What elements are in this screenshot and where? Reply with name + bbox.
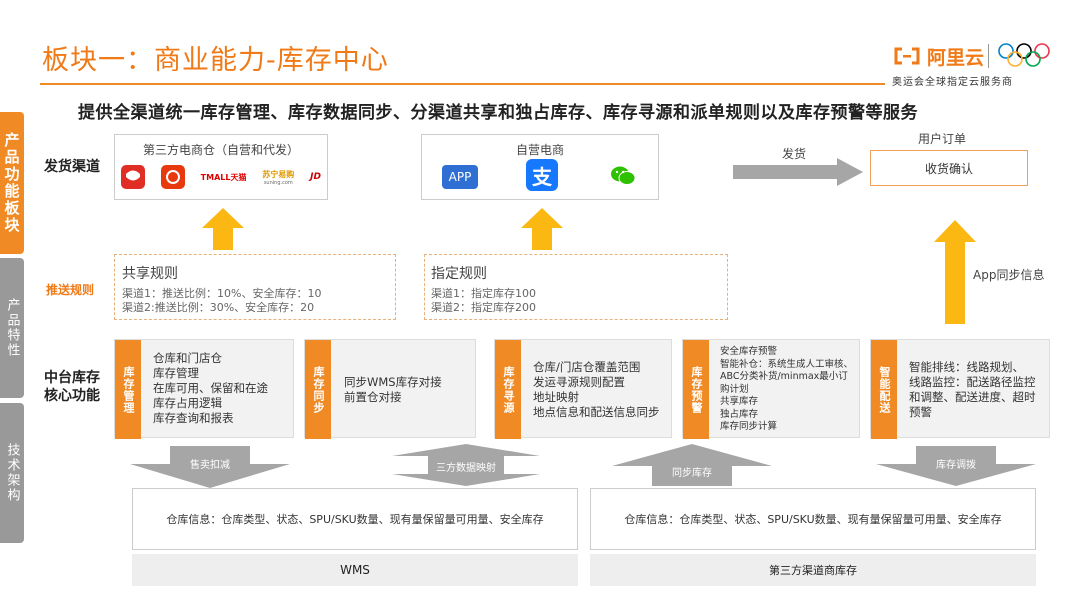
- pinduoduo-logo-icon: [121, 165, 145, 189]
- flow-label: 三方数据映射: [436, 463, 496, 474]
- tab-product-function[interactable]: 产品功能板块: [0, 112, 24, 254]
- brand-logo: 阿里云: [893, 43, 985, 69]
- ship-label: 发货: [782, 147, 807, 161]
- third-party-title: 第三方电商仓（自营和代发）: [142, 143, 299, 157]
- aliyun-icon: [894, 47, 920, 65]
- assigned-rule-box: 指定规则 渠道1：指定库存100 渠道2：指定库存200: [424, 254, 728, 320]
- card-badge: 库存预警: [683, 340, 709, 439]
- flow-label: 同步库存: [672, 468, 712, 479]
- third-party-warehouse-box: 第三方电商仓（自营和代发） TMALL天猫 苏宁易购 suning.com JD: [114, 134, 328, 200]
- app-icon: APP: [442, 165, 478, 189]
- card-text: 仓库/门店仓覆盖范围 发运寻源规则配置 地址映射 地点信息和配送信息同步: [533, 360, 660, 419]
- inventory-mgmt-card: 库存管理 仓库和门店仓 库存管理 在库可用、保留和在途 库存占用逻辑 库存查询和…: [114, 339, 294, 439]
- receipt-confirm-box: 收货确认: [870, 150, 1028, 186]
- tmall-logo: TMALL天猫: [200, 172, 247, 182]
- jd-logo: JD: [310, 172, 321, 182]
- card-badge: 库存同步: [305, 340, 331, 439]
- alipay-icon: 支: [526, 159, 558, 191]
- card-badge: 库存寻源: [495, 340, 521, 439]
- card-text: 同步WMS库存对接 前置仓对接: [344, 375, 442, 404]
- up-arrow-icon: [934, 220, 976, 324]
- third-party-name-bar: 第三方渠道商库存: [590, 554, 1036, 586]
- push-rules-label: 推送规则: [46, 283, 95, 297]
- assigned-rule-line: 渠道2：指定库存200: [431, 301, 536, 314]
- ship-arrow-icon: [733, 158, 863, 186]
- shared-rule-line: 渠道2:推送比例：30%、安全库存：20: [122, 301, 315, 314]
- brand-separator: [988, 44, 989, 68]
- inventory-sourcing-card: 库存寻源 仓库/门店仓覆盖范围 发运寻源规则配置 地址映射 地点信息和配送信息同…: [494, 339, 672, 439]
- flow-label: 售卖扣减: [190, 460, 230, 471]
- wms-info-box: 仓库信息：仓库类型、状态、SPU/SKU数量、现有量保留量可用量、安全库存: [132, 488, 578, 550]
- card-text: 仓库和门店仓 库存管理 在库可用、保留和在途 库存占用逻辑 库存查询和报表: [153, 351, 268, 425]
- suning-logo: 苏宁易购 suning.com: [262, 169, 295, 186]
- smart-delivery-card: 智能配送 智能排线：线路规划、 线路监控：配送路径监控 和调整、配送进度、超时 …: [870, 339, 1050, 439]
- up-arrow-icon: [521, 208, 563, 250]
- card-text: 智能排线：线路规划、 线路监控：配送路径监控 和调整、配送进度、超时 预警: [909, 360, 1036, 419]
- tab-tech-architecture[interactable]: 技术架构: [0, 403, 24, 543]
- sponsor-text: 奥运会全球指定云服务商: [892, 77, 1013, 88]
- page-subtitle: 提供全渠道统一库存管理、库存数据同步、分渠道共享和独占库存、库存寻源和派单规则以…: [78, 103, 918, 123]
- core-label: 中台库存 核心功能: [44, 370, 100, 404]
- app-sync-label: App同步信息: [973, 268, 1045, 282]
- self-ecommerce-box: 自营电商 APP 支: [421, 134, 659, 200]
- card-text: 安全库存预警 智能补仓：系统生成人工审核、 ABC分类补货/minmax最小订 …: [720, 346, 854, 432]
- page-title: 板块一：商业能力-库存中心: [42, 45, 389, 76]
- header-divider: [40, 83, 885, 85]
- inventory-sync-card: 库存同步 同步WMS库存对接 前置仓对接: [304, 339, 476, 439]
- inventory-alert-card: 库存预警 安全库存预警 智能补仓：系统生成人工审核、 ABC分类补货/minma…: [682, 339, 860, 439]
- shared-rule-title: 共享规则: [122, 266, 178, 282]
- user-order-title: 用户订单: [918, 132, 967, 146]
- assigned-rule-title: 指定规则: [431, 266, 487, 282]
- card-badge: 智能配送: [871, 340, 897, 439]
- tab-product-features[interactable]: 产品特性: [0, 258, 24, 398]
- self-ecommerce-title: 自营电商: [515, 143, 564, 157]
- channels-label: 发货渠道: [44, 159, 100, 175]
- olympic-rings-icon: [998, 43, 1050, 67]
- wechat-icon: [611, 166, 636, 185]
- card-badge: 库存管理: [115, 340, 141, 439]
- vip-logo-icon: [160, 165, 185, 189]
- flow-label: 库存调拨: [936, 460, 976, 471]
- shared-rule-box: 共享规则 渠道1：推送比例：10%、安全库存：10 渠道2:推送比例：30%、安…: [114, 254, 396, 320]
- up-arrow-icon: [202, 208, 244, 250]
- third-party-info-box: 仓库信息：仓库类型、状态、SPU/SKU数量、现有量保留量可用量、安全库存: [590, 488, 1036, 550]
- brand-name: 阿里云: [927, 46, 985, 69]
- wms-name-bar: WMS: [132, 554, 578, 586]
